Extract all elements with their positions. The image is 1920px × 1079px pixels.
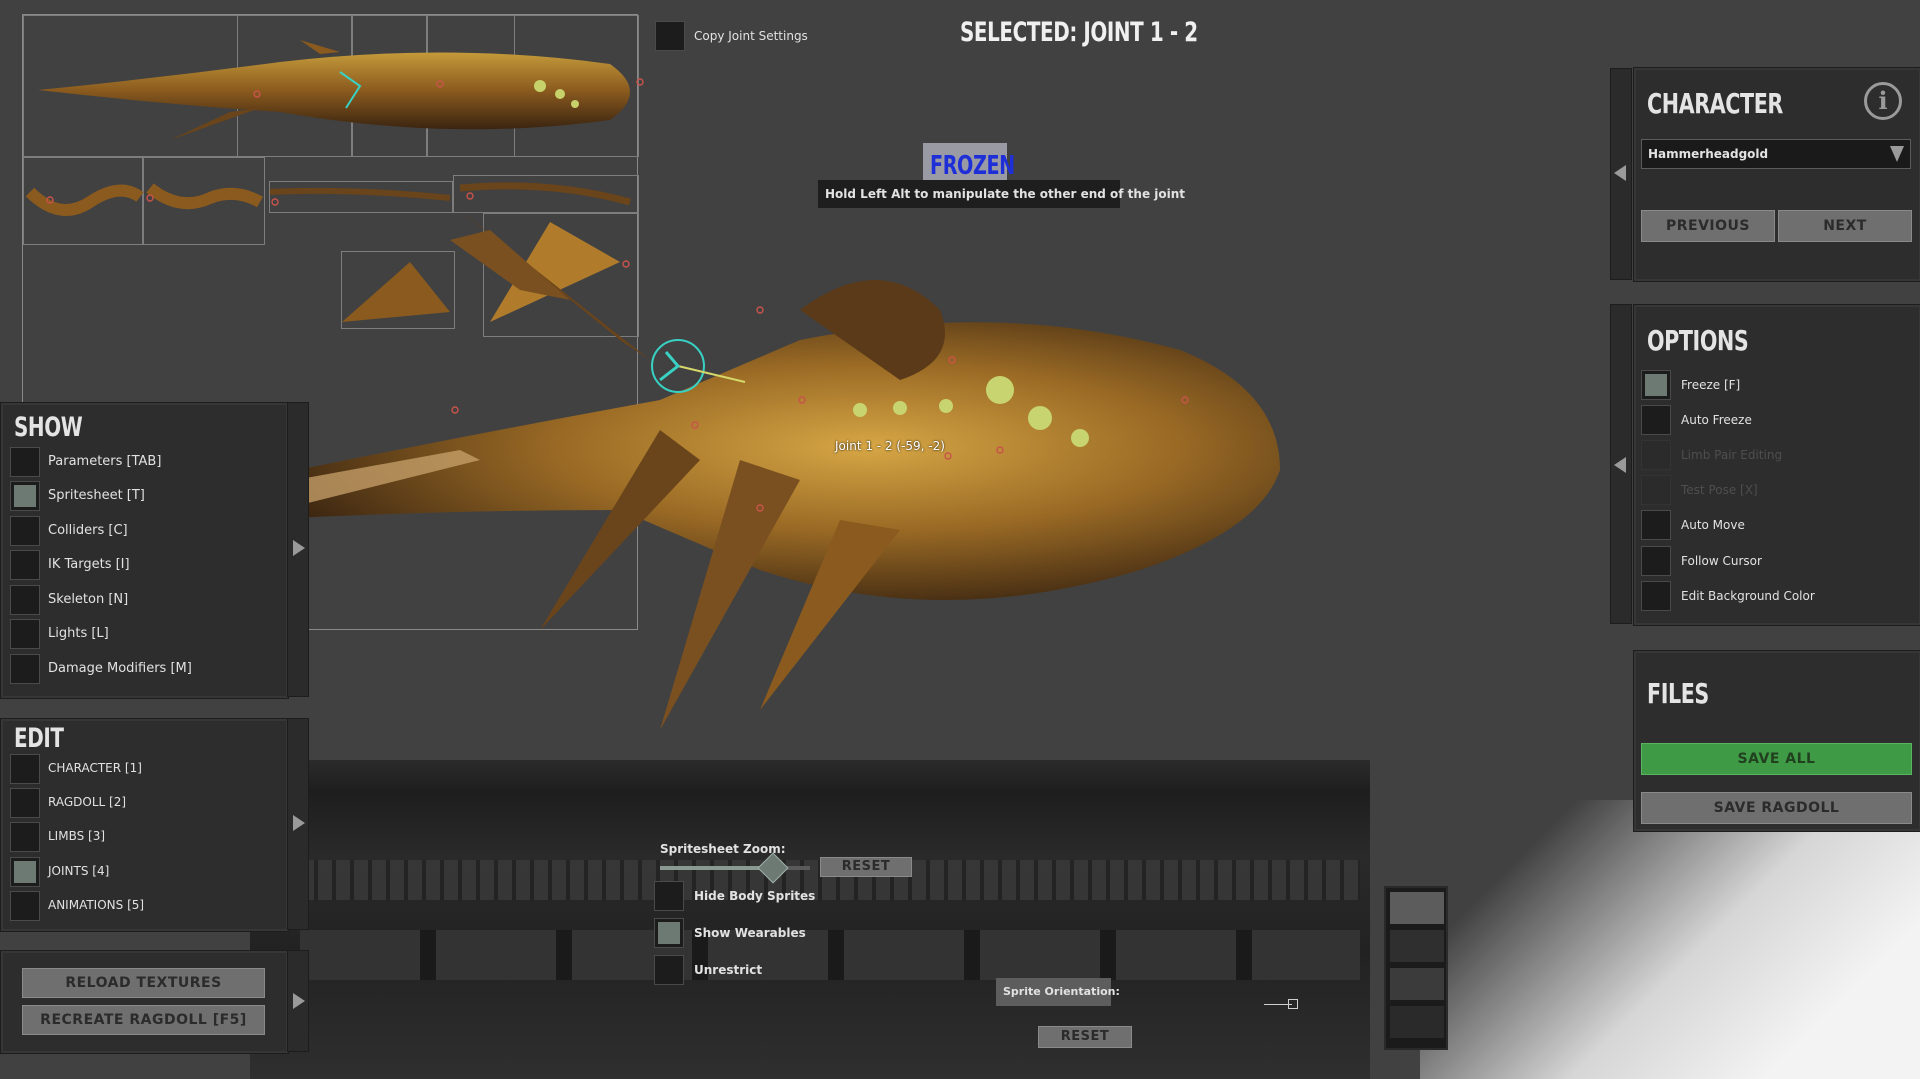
follow-cursor-checkbox[interactable] xyxy=(1641,546,1671,576)
character-dropdown[interactable]: Hammerheadgold xyxy=(1641,139,1911,169)
option-label: Auto Freeze xyxy=(1681,413,1752,427)
show-damage-modifiers-checkbox[interactable] xyxy=(10,654,40,684)
auto-move-checkbox[interactable] xyxy=(1641,510,1671,540)
edit-limbs-checkbox[interactable] xyxy=(10,822,40,852)
show-item-label: Parameters [TAB] xyxy=(48,454,162,469)
hide-body-sprites-checkbox[interactable] xyxy=(654,881,684,911)
freeze-checkbox[interactable] xyxy=(1641,370,1671,400)
character-panel-title: CHARACTER xyxy=(1647,87,1783,120)
edit-animations-checkbox[interactable] xyxy=(10,891,40,921)
selected-joint-title: SELECTED: JOINT 1 - 2 xyxy=(960,17,1198,48)
show-panel xyxy=(0,402,289,699)
save-ragdoll-button[interactable]: SAVE RAGDOLL xyxy=(1641,792,1912,824)
joint-label: Joint 1 - 2 (-59, -2) xyxy=(835,439,945,453)
show-item-label: Skeleton [N] xyxy=(48,592,129,607)
show-item-label: Damage Modifiers [M] xyxy=(48,661,192,676)
edit-item-label: RAGDOLL [2] xyxy=(48,795,127,809)
sprite-orientation-label: Sprite Orientation: xyxy=(1003,985,1120,998)
option-label: Follow Cursor xyxy=(1681,554,1762,568)
show-item-label: Lights [L] xyxy=(48,626,109,641)
files-panel-title: FILES xyxy=(1647,677,1709,710)
edit-item-label: CHARACTER [1] xyxy=(48,761,142,775)
show-wearables-checkbox[interactable] xyxy=(654,918,684,948)
edit-joints-checkbox[interactable] xyxy=(10,857,40,887)
next-button[interactable]: NEXT xyxy=(1778,210,1912,242)
show-item-label: Colliders [C] xyxy=(48,523,128,538)
show-item-label: Spritesheet [T] xyxy=(48,488,145,503)
character-panel-arrow-icon xyxy=(1614,165,1626,181)
show-skeleton-checkbox[interactable] xyxy=(10,585,40,615)
zoom-slider-fill xyxy=(660,866,773,870)
option-label: Edit Background Color xyxy=(1681,589,1815,603)
spritesheet-zoom-label: Spritesheet Zoom: xyxy=(660,842,786,856)
orientation-handle[interactable] xyxy=(1264,999,1298,1009)
floor-rail xyxy=(300,930,1360,980)
orientation-handle-knob xyxy=(1288,999,1298,1009)
side-button-4[interactable] xyxy=(1390,1006,1444,1038)
show-spritesheet-checkbox[interactable] xyxy=(10,481,40,511)
option-label: Auto Move xyxy=(1681,518,1745,532)
show-colliders-checkbox[interactable] xyxy=(10,516,40,546)
reload-textures-button[interactable]: RELOAD TEXTURES xyxy=(22,968,265,998)
edit-character-checkbox[interactable] xyxy=(10,754,40,784)
recreate-ragdoll-button[interactable]: RECREATE RAGDOLL [F5] xyxy=(22,1005,265,1035)
limb-pair-editing-checkbox xyxy=(1641,440,1671,470)
option-label: Test Pose [X] xyxy=(1681,483,1758,497)
edit-panel-arrow-icon xyxy=(293,815,305,831)
edit-panel-title: EDIT xyxy=(14,723,64,754)
side-button-1[interactable] xyxy=(1390,892,1444,924)
copy-joint-settings-checkbox[interactable] xyxy=(655,21,685,51)
option-label: Limb Pair Editing xyxy=(1681,448,1783,462)
options-panel-arrow-icon xyxy=(1614,457,1626,473)
show-panel-title: SHOW xyxy=(14,412,83,443)
hint-text: Hold Left Alt to manipulate the other en… xyxy=(825,187,1186,201)
options-panel-title: OPTIONS xyxy=(1647,324,1749,357)
save-all-button[interactable]: SAVE ALL xyxy=(1641,743,1912,775)
info-icon[interactable]: i xyxy=(1864,82,1902,120)
chevron-down-icon xyxy=(1890,146,1904,162)
previous-button[interactable]: PREVIOUS xyxy=(1641,210,1775,242)
frozen-badge-text: FROZEN xyxy=(930,151,1015,181)
show-parameters-checkbox[interactable] xyxy=(10,447,40,477)
hide-body-sprites-label: Hide Body Sprites xyxy=(694,889,816,903)
edit-item-label: JOINTS [4] xyxy=(48,864,110,878)
show-wearables-label: Show Wearables xyxy=(694,926,806,940)
edit-item-label: LIMBS [3] xyxy=(48,829,106,843)
info-icon-glyph: i xyxy=(1878,86,1888,115)
zoom-reset-button[interactable]: RESET xyxy=(820,857,912,877)
creature-preview xyxy=(240,210,1280,730)
spritesheet-zoom-slider[interactable] xyxy=(660,852,810,884)
edit-background-color-checkbox[interactable] xyxy=(1641,581,1671,611)
show-item-label: IK Targets [I] xyxy=(48,557,130,572)
auto-freeze-checkbox[interactable] xyxy=(1641,405,1671,435)
show-ik-targets-checkbox[interactable] xyxy=(10,550,40,580)
show-panel-arrow-icon xyxy=(293,540,305,556)
actions-panel xyxy=(0,950,289,1054)
show-lights-checkbox[interactable] xyxy=(10,619,40,649)
unrestrict-label: Unrestrict xyxy=(694,963,763,977)
unrestrict-checkbox[interactable] xyxy=(654,955,684,985)
side-button-2[interactable] xyxy=(1390,930,1444,962)
option-label: Freeze [F] xyxy=(1681,378,1741,392)
copy-joint-settings-label: Copy Joint Settings xyxy=(694,29,808,43)
actions-panel-arrow-icon xyxy=(293,993,305,1009)
edit-ragdoll-checkbox[interactable] xyxy=(10,788,40,818)
test-pose-checkbox xyxy=(1641,475,1671,505)
character-dropdown-value: Hammerheadgold xyxy=(1648,147,1769,161)
bottom-right-glare xyxy=(1420,800,1920,1079)
orientation-reset-button[interactable]: RESET xyxy=(1038,1026,1132,1048)
side-button-3[interactable] xyxy=(1390,968,1444,1000)
edit-item-label: ANIMATIONS [5] xyxy=(48,898,145,912)
